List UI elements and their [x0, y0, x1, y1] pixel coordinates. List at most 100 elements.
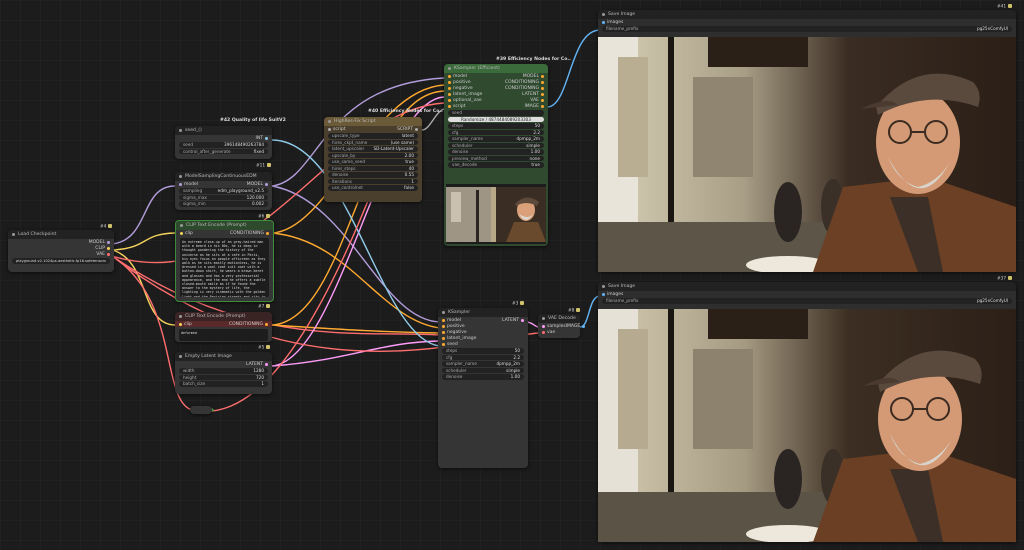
hires-hires-ckpt-name-widget[interactable]: hires_ckpt_name (use same) — [328, 139, 418, 145]
output-model-slot[interactable] — [265, 182, 268, 186]
input-latent-image-slot[interactable] — [442, 336, 445, 340]
sigma-min-widget[interactable]: sigma_min 0.002 — [179, 201, 268, 207]
output-image-slot[interactable] — [582, 324, 586, 328]
collapse-dot-icon[interactable] — [179, 315, 182, 318]
vae-decode-header[interactable]: VAE Decode — [538, 314, 580, 323]
output-slot[interactable] — [541, 92, 544, 96]
hires-hires-steps-widget[interactable]: hires_steps 40 — [328, 165, 418, 171]
hires-latent-upscaler-widget[interactable]: latent_upscaler SD-Latent-Upscaler — [328, 146, 418, 152]
ksampler-eff-denoise-widget[interactable]: denoise 1.00 — [448, 149, 544, 155]
input-model-slot[interactable] — [442, 318, 445, 322]
empty-latent-header[interactable]: Empty Latent Image — [175, 352, 272, 361]
filename-prefix-widget[interactable]: filename_prefix pg25nComfyUI — [602, 26, 1012, 32]
seed-node[interactable]: seed_() INT seed 396148490263784 control_… — [175, 126, 272, 159]
seed-mode-button[interactable]: Randomize / 4874484089203303 — [448, 116, 544, 122]
ksampler-eff-header[interactable]: KSampler (Efficient) — [444, 64, 548, 73]
collapse-dot-icon[interactable] — [180, 224, 183, 227]
hires-use-controlnet-widget[interactable]: use_controlnet false — [328, 185, 418, 191]
input-model-slot[interactable] — [179, 182, 182, 186]
hires-iterations-widget[interactable]: iterations 1 — [328, 178, 418, 184]
collapse-dot-icon[interactable] — [542, 317, 545, 320]
input-seed-slot[interactable] — [442, 342, 445, 346]
output-latent-slot[interactable] — [521, 318, 524, 322]
input-images-slot[interactable] — [602, 20, 605, 24]
output-latent-slot[interactable] — [265, 362, 268, 366]
empty-latent-image-node[interactable]: Empty Latent Image LATENT width 1280 heig… — [175, 352, 272, 394]
seed-header[interactable]: seed_() — [175, 126, 272, 135]
ksampler-eff-preview-method-widget[interactable]: preview_method none — [448, 155, 544, 161]
output-slot[interactable] — [541, 74, 544, 78]
collapse-dot-icon[interactable] — [602, 285, 605, 288]
input-clip-slot[interactable] — [180, 231, 183, 235]
negative-prompt-textarea[interactable]: deformed — [179, 329, 268, 341]
ksampler-denoise-widget[interactable]: denoise 1.00 — [442, 374, 524, 380]
hires-fix-script-node[interactable]: HighRes-Fix Script script SCRIPT upscale_… — [324, 117, 422, 202]
save-image-bottom-node[interactable]: Save Image images filename_prefix pg25nCo… — [598, 282, 1016, 542]
batch-size-widget[interactable]: batch_size 1 — [179, 381, 268, 387]
ksampler-steps-widget[interactable]: steps 50 — [442, 348, 524, 354]
model-sampling-header[interactable]: ModelSamplingContinuousEDM — [175, 172, 272, 181]
input-positive-slot[interactable] — [442, 324, 445, 328]
load-checkpoint-header[interactable]: Load Checkpoint — [8, 230, 114, 239]
output-slot[interactable] — [541, 80, 544, 84]
collapse-dot-icon[interactable] — [448, 67, 451, 70]
input-samples-slot[interactable] — [542, 324, 545, 328]
output-slot[interactable] — [541, 104, 544, 108]
input-vae-slot[interactable] — [542, 330, 545, 334]
control-after-generate-widget[interactable]: control_after_generate fixed — [179, 148, 268, 154]
output-int-slot[interactable] — [265, 136, 268, 140]
hires-fix-header[interactable]: HighRes-Fix Script — [324, 117, 422, 126]
filename-prefix-widget[interactable]: filename_prefix pg25nComfyUI — [602, 298, 1012, 304]
input-latent-image-slot[interactable] — [448, 92, 451, 96]
vae-decode-node[interactable]: VAE Decode samples IMAGE vae — [538, 314, 586, 338]
ksampler-scheduler-widget[interactable]: scheduler simple — [442, 367, 524, 373]
output-script-slot[interactable] — [415, 127, 418, 131]
ksampler-node[interactable]: KSampler model LATENT positive negative late… — [438, 308, 528, 468]
hires-upscale-type-widget[interactable]: upscale_type latent — [328, 133, 418, 139]
save-image-top-node[interactable]: Save Image images filename_prefix pg25nCo… — [598, 10, 1016, 272]
save-image-bottom-header[interactable]: Save Image — [598, 282, 1016, 291]
input-positive-slot[interactable] — [448, 80, 451, 84]
ksampler-header[interactable]: KSampler — [438, 308, 528, 317]
collapse-dot-icon[interactable] — [328, 120, 331, 123]
output-conditioning-slot[interactable] — [266, 231, 269, 235]
input-images-slot[interactable] — [602, 292, 605, 296]
ksampler-efficient-node[interactable]: KSampler (Efficient) model MODEL positive C… — [444, 64, 548, 246]
ksampler-sampler-name-widget[interactable]: sampler_name dpmpp_2m — [442, 361, 524, 367]
clip-text-encode-negative-node[interactable]: CLIP Text Encode (Prompt) clip CONDITIONI… — [175, 312, 272, 342]
clip-text-encode-positive-node[interactable]: CLIP Text Encode (Prompt) clip CONDITIONI… — [175, 220, 274, 302]
clip-positive-header[interactable]: CLIP Text Encode (Prompt) — [176, 221, 273, 230]
output-slot[interactable] — [541, 98, 544, 102]
collapse-dot-icon[interactable] — [602, 13, 605, 16]
ckpt-name-widget[interactable]: playground-v2-1024px-aesthetic.fp16.safe… — [12, 258, 110, 264]
reroute-node[interactable] — [190, 406, 212, 414]
hires-denoise-widget[interactable]: denoise 0.55 — [328, 172, 418, 178]
hires-use-same-seed-widget[interactable]: use_same_seed true — [328, 159, 418, 165]
ksampler-eff-scheduler-widget[interactable]: scheduler simple — [448, 142, 544, 148]
output-slot[interactable] — [541, 86, 544, 90]
clip-negative-header[interactable]: CLIP Text Encode (Prompt) — [175, 312, 272, 321]
collapse-dot-icon[interactable] — [179, 355, 182, 358]
input-optional-vae-slot[interactable] — [448, 98, 451, 102]
output-clip-slot[interactable] — [107, 246, 110, 250]
collapse-dot-icon[interactable] — [442, 311, 445, 314]
output-vae-slot[interactable] — [107, 252, 110, 256]
collapse-dot-icon[interactable] — [12, 233, 15, 236]
ksampler-eff-cfg-widget[interactable]: cfg 2.2 — [448, 129, 544, 135]
collapse-dot-icon[interactable] — [179, 129, 182, 132]
sampling-widget[interactable]: sampling edm_playground_v2.5 — [179, 188, 268, 194]
collapse-dot-icon[interactable] — [179, 175, 182, 178]
ksampler-eff-vae-decode-widget[interactable]: vae_decode true — [448, 162, 544, 168]
input-model-slot[interactable] — [448, 74, 451, 78]
load-checkpoint-node[interactable]: Load Checkpoint MODEL CLIP VAE playgroun… — [8, 230, 114, 272]
input-script-slot[interactable] — [328, 127, 331, 131]
positive-prompt-textarea[interactable]: An extreme close-up of an gray-haired ma… — [180, 238, 269, 297]
output-model-slot[interactable] — [107, 240, 110, 244]
input-negative-slot[interactable] — [442, 330, 445, 334]
sigma-max-widget[interactable]: sigma_max 120.000 — [179, 194, 268, 200]
model-sampling-node[interactable]: ModelSamplingContinuousEDM model MODEL sa… — [175, 172, 272, 210]
seed-widget[interactable]: seed 396148490263784 — [179, 142, 268, 148]
input-script-slot[interactable] — [448, 104, 451, 108]
seed-widget[interactable]: seed — [448, 110, 544, 116]
ksampler-eff-steps-widget[interactable]: steps 50 — [448, 123, 544, 129]
